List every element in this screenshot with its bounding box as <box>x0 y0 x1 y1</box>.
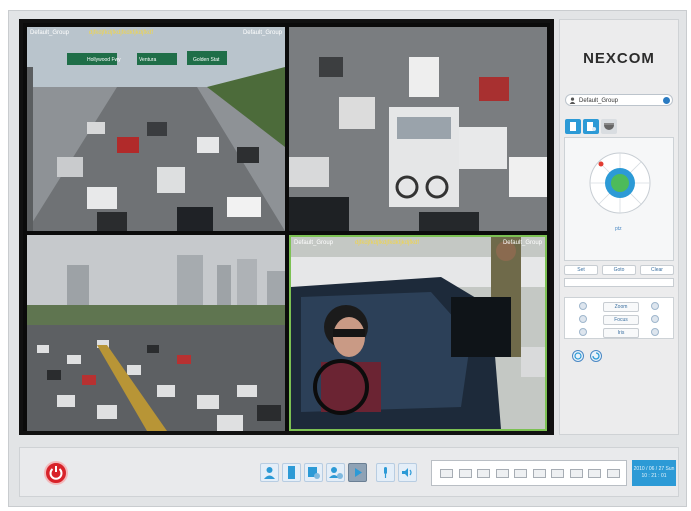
set-button[interactable]: Set <box>564 265 598 275</box>
camera-group-label: Default_Group <box>294 240 334 246</box>
search-person-icon[interactable] <box>304 463 323 482</box>
camera-feed-driver <box>291 237 545 429</box>
iris-label: Iris <box>603 328 639 338</box>
zoom-label: Zoom <box>603 302 639 312</box>
video-cell-4-active[interactable]: Default_Group djfkdjfkdjfkdjfkdkfjkdjfkd… <box>289 235 547 431</box>
video-cell-2[interactable] <box>289 27 547 231</box>
rotate-icon[interactable] <box>590 350 602 362</box>
refresh-icon[interactable] <box>572 350 584 362</box>
layout-full-icon[interactable] <box>606 469 620 478</box>
camera-group-label: Default_Group <box>30 30 70 36</box>
power-glyph <box>49 466 63 480</box>
layout-5x5-icon[interactable] <box>569 469 583 478</box>
microphone-glyph <box>384 467 387 478</box>
ptz-panel: ptz <box>564 137 674 261</box>
camera-name-label: djfkdjfkdjfkdjfkdkfjkdjfkdf <box>355 240 420 246</box>
user-icon[interactable] <box>260 463 279 482</box>
layout-1+5-icon[interactable] <box>477 469 490 478</box>
tab-document-icon[interactable] <box>565 119 581 134</box>
rotate-glyph <box>592 352 600 360</box>
focus-far-icon[interactable] <box>651 315 659 323</box>
ptz-link[interactable]: ptz <box>615 226 622 232</box>
camera-dome-icon <box>604 123 614 130</box>
video-cell-3[interactable] <box>27 235 285 431</box>
video-grid: Default_Group djfkdjfkdjfkdjfkdkfjkdjfkd… <box>19 19 554 435</box>
goto-button[interactable]: Goto <box>602 265 636 275</box>
tab-document-settings-icon[interactable] <box>583 119 599 134</box>
document-icon <box>570 122 576 131</box>
highway-sign-text: Hollywood Fwy <box>87 57 121 63</box>
iris-row: Iris <box>565 327 673 338</box>
clear-button[interactable]: Clear <box>640 265 674 275</box>
layout-1x1-icon[interactable] <box>440 469 453 478</box>
speaker-glyph <box>402 468 412 477</box>
play-icon[interactable] <box>348 463 367 482</box>
iris-close-icon[interactable] <box>579 328 587 336</box>
iris-open-icon[interactable] <box>651 328 659 336</box>
group-select-value: Default_Group <box>579 98 619 104</box>
focus-near-icon[interactable] <box>579 315 587 323</box>
brand-logo: NEXCOM <box>560 50 678 67</box>
app-window: Default_Group djfkdjfkdjfkdjfkdkfjkdjfkd… <box>8 10 687 507</box>
playback-person-glyph <box>329 467 343 479</box>
zoom-in-icon[interactable] <box>651 302 659 310</box>
camera-group-label-right: Default_Group <box>242 30 282 36</box>
zoom-row: Zoom <box>565 301 673 312</box>
lens-controls: Zoom Focus Iris <box>564 297 674 339</box>
microphone-icon[interactable] <box>376 463 395 482</box>
layout-2x2-icon[interactable] <box>458 469 472 478</box>
user-icon <box>569 97 576 104</box>
document-icon[interactable] <box>282 463 301 482</box>
ptz-direction-wheel[interactable] <box>589 152 651 214</box>
zoom-out-icon[interactable] <box>579 302 587 310</box>
layout-6x6-icon[interactable] <box>588 469 601 478</box>
focus-label: Focus <box>603 315 639 325</box>
layout-3x3-icon[interactable] <box>495 469 509 478</box>
highway-sign-text: Ventura <box>139 57 157 63</box>
layout-4x4-icon[interactable] <box>532 469 546 478</box>
group-select[interactable]: Default_Group <box>565 94 673 106</box>
document-glyph <box>288 466 295 479</box>
playback-person-icon[interactable] <box>326 463 345 482</box>
document-settings-icon <box>587 122 596 131</box>
refresh-glyph <box>574 352 582 360</box>
camera-feed-city <box>27 235 285 431</box>
play-glyph <box>355 468 362 477</box>
date-text: 2010 / 06 / 27 Sun <box>633 466 675 472</box>
control-panel: NEXCOM Default_Group ptz Set Goto Clear … <box>559 19 679 435</box>
chevron-down-icon[interactable] <box>663 97 670 104</box>
user-glyph <box>264 467 275 479</box>
brand-logo-text: NEXCOM <box>583 50 655 67</box>
camera-group-label-right: Default_Group <box>502 240 542 246</box>
camera-feed-traffic-closeup <box>289 27 547 231</box>
time-text: 10 : 21 : 01 <box>641 473 667 479</box>
tab-camera-dome-icon[interactable] <box>601 119 617 134</box>
camera-name-label: djfkdjfkdjfkdjfkdkfjkdjfkdf <box>89 30 154 36</box>
speaker-icon[interactable] <box>398 463 417 482</box>
datetime-display: 2010 / 06 / 27 Sun 10 : 21 : 01 <box>632 460 676 486</box>
focus-row: Focus <box>565 314 673 325</box>
search-person-glyph <box>308 467 320 479</box>
layout-selector <box>431 460 627 486</box>
video-cell-1[interactable]: Default_Group djfkdjfkdjfkdjfkdkfjkdjfkd… <box>27 27 285 231</box>
preset-input[interactable] <box>564 278 674 287</box>
bottom-toolbar: 2010 / 06 / 27 Sun 10 : 21 : 01 <box>19 447 679 497</box>
highway-sign-text: Golden Stat <box>193 57 220 63</box>
layout-1+12-icon[interactable] <box>551 469 564 478</box>
layout-1+7-icon[interactable] <box>514 469 527 478</box>
power-icon[interactable] <box>44 461 68 485</box>
